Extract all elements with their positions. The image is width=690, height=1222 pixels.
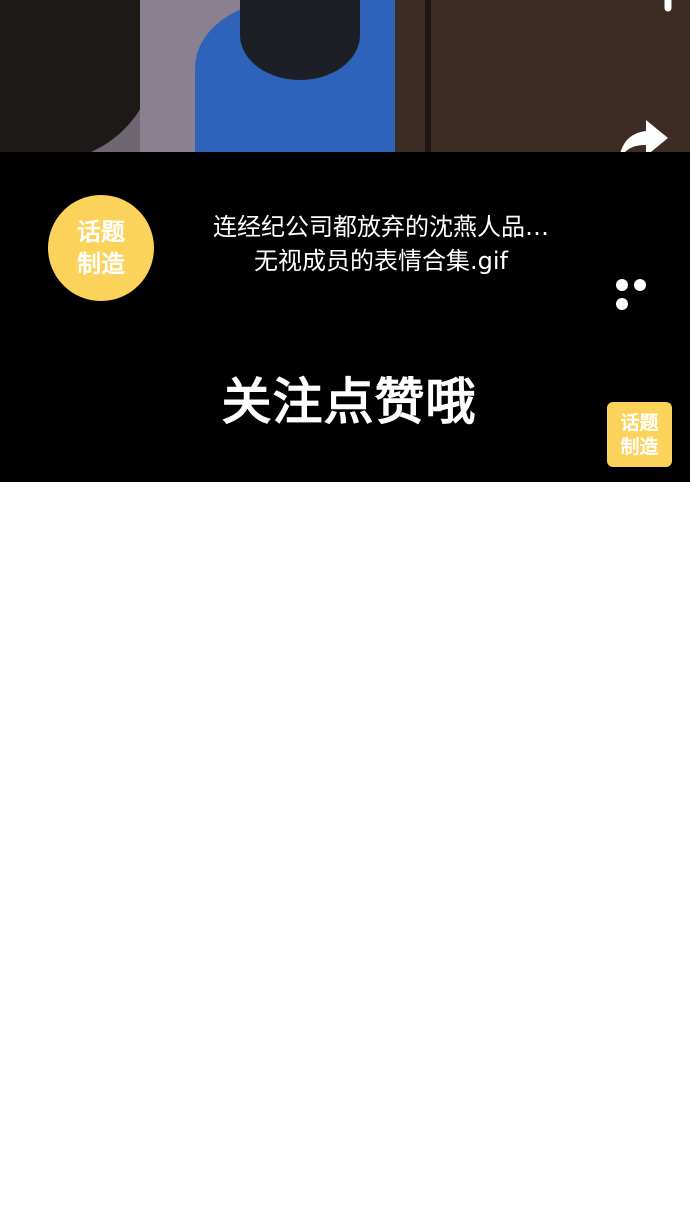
topic-badge-line2: 制造 [77, 250, 125, 278]
reply-icon[interactable] [620, 0, 672, 12]
watermark-badge: 话题 制造 [607, 402, 672, 467]
video-frame[interactable] [0, 0, 690, 152]
topic-badge[interactable]: 话题 制造 [48, 195, 154, 301]
topic-info-panel: 话题 制造 连经纪公司都放弃的沈燕人品… 无视成员的表情合集.gif 关注点赞哦… [0, 152, 690, 482]
watermark-line1: 话题 [620, 411, 659, 434]
blank-content-area [0, 482, 690, 1222]
video-title-line2: 无视成员的表情合集.gif [254, 247, 508, 275]
more-dots-icon[interactable] [616, 276, 668, 310]
video-title[interactable]: 连经纪公司都放弃的沈燕人品… 无视成员的表情合集.gif [168, 210, 594, 278]
topic-badge-line1: 话题 [77, 218, 125, 246]
watermark-line2: 制造 [620, 435, 659, 458]
video-title-line1: 连经纪公司都放弃的沈燕人品… [213, 213, 549, 241]
follow-like-prompt: 关注点赞哦 [221, 373, 477, 431]
video-scene-hair-left [0, 0, 160, 152]
